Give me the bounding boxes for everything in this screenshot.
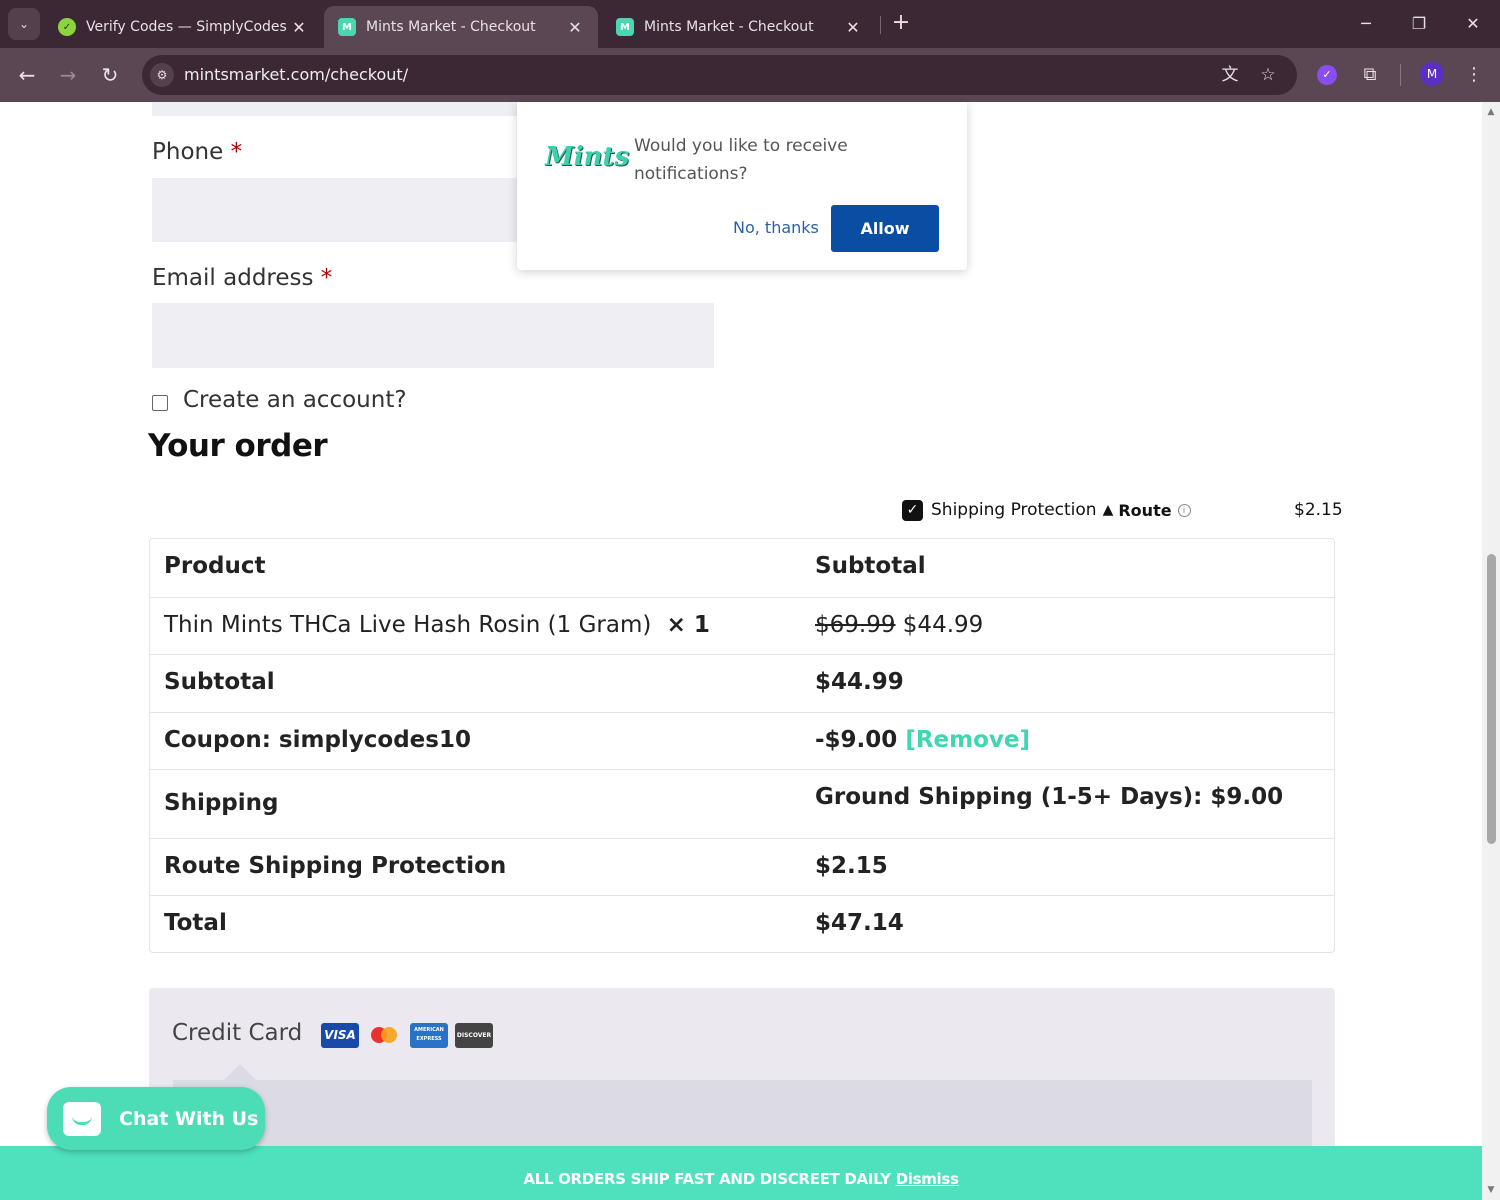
url-text[interactable]: mintsmarket.com/checkout/: [184, 65, 408, 84]
credit-card-label[interactable]: Credit Card: [172, 1020, 302, 1046]
email-label: Email address *: [152, 265, 333, 291]
coupon-value: -$9.00 [Remove]: [815, 727, 1031, 753]
tab-verify-codes[interactable]: ✓ Verify Codes — SimplyCodes ✕: [44, 6, 322, 48]
info-icon[interactable]: i: [1177, 503, 1191, 517]
profile-avatar[interactable]: M: [1420, 62, 1444, 86]
allow-button[interactable]: Allow: [831, 205, 939, 252]
shipping-row: Shipping Ground Shipping (1-5+ Days): $9…: [150, 769, 1334, 838]
close-window-icon[interactable]: ✕: [1458, 10, 1488, 38]
email-input[interactable]: [152, 303, 714, 368]
forward-arrow-icon[interactable]: →: [53, 60, 83, 90]
tab-mints-checkout[interactable]: M Mints Market - Checkout ✕: [602, 6, 876, 48]
mints-favicon-icon: M: [338, 18, 356, 36]
bookmark-star-icon[interactable]: ☆: [1256, 63, 1280, 87]
mints-logo: Mints: [545, 142, 630, 172]
reload-icon[interactable]: ↻: [95, 60, 125, 90]
address-bar[interactable]: ⚙ mintsmarket.com/checkout/ 文 ☆: [142, 55, 1297, 95]
tab-separator: [880, 16, 881, 34]
extensions-puzzle-icon[interactable]: ⧉: [1357, 62, 1383, 88]
order-total: $47.14: [815, 910, 904, 936]
no-thanks-button[interactable]: No, thanks: [733, 218, 819, 237]
close-tab-icon[interactable]: ✕: [566, 18, 584, 37]
banner-text: ALL ORDERS SHIP FAST AND DISCREET DAILY …: [523, 1170, 959, 1188]
dismiss-banner-link[interactable]: Dismiss: [896, 1170, 959, 1188]
product-header: Product: [164, 553, 266, 579]
tab-strip: ⌄ ✓ Verify Codes — SimplyCodes ✕ M Mints…: [0, 0, 1500, 48]
table-row: Thin Mints THCa Live Hash Rosin (1 Gram)…: [150, 597, 1334, 654]
simplycodes-favicon-icon: ✓: [58, 18, 76, 36]
scroll-thumb[interactable]: [1487, 554, 1496, 844]
site-info-icon[interactable]: ⚙: [150, 63, 174, 87]
chat-bubble-icon: [63, 1101, 101, 1136]
subtotal-header: Subtotal: [815, 553, 926, 579]
tab-search-chevron-icon[interactable]: ⌄: [8, 8, 40, 40]
scroll-up-arrow-icon[interactable]: ▲: [1486, 107, 1496, 117]
shipping-protection-price: $2.15: [1294, 500, 1343, 520]
shipping-announcement-banner: ALL ORDERS SHIP FAST AND DISCREET DAILY …: [0, 1146, 1482, 1200]
amex-icon: AMERICAN EXPRESS: [410, 1023, 448, 1048]
more-menu-icon[interactable]: ⋮: [1462, 62, 1486, 88]
table-header-row: Product Subtotal: [150, 539, 1334, 597]
page-scrollbar[interactable]: ▲ ▼: [1482, 102, 1500, 1200]
close-tab-icon[interactable]: ✕: [844, 18, 862, 37]
product-price: $69.99 $44.99: [815, 612, 983, 638]
tab-mints-checkout-active[interactable]: M Mints Market - Checkout ✕: [324, 6, 598, 48]
your-order-heading: Your order: [148, 428, 328, 464]
route-mark-icon: ▲: [1102, 502, 1114, 518]
visa-icon: VISA: [321, 1023, 359, 1048]
total-row: Total $47.14: [150, 895, 1334, 952]
order-summary-table: Product Subtotal Thin Mints THCa Live Ha…: [149, 538, 1335, 953]
previous-field-input[interactable]: [152, 102, 518, 116]
scroll-down-arrow-icon[interactable]: ▼: [1486, 1185, 1496, 1195]
product-qty: × 1: [666, 612, 710, 638]
product-name: Thin Mints THCa Live Hash Rosin (1 Gram)…: [164, 612, 710, 638]
shipping-protection-checkbox[interactable]: ✓: [902, 499, 923, 521]
translate-icon[interactable]: 文: [1218, 63, 1242, 87]
chat-with-us-button[interactable]: Chat With Us: [47, 1087, 265, 1150]
back-arrow-icon[interactable]: ←: [12, 60, 42, 90]
toolbar-separator: [1400, 64, 1401, 86]
card-form-caret: [224, 1064, 256, 1080]
restore-window-icon[interactable]: ❐: [1404, 10, 1434, 38]
new-tab-plus-icon[interactable]: +: [890, 12, 912, 36]
extension-purple-icon[interactable]: ✓: [1317, 65, 1337, 85]
browser-toolbar: ← → ↻ ⚙ mintsmarket.com/checkout/ 文 ☆: [0, 48, 1500, 102]
mastercard-icon: [365, 1023, 405, 1048]
coupon-label: Coupon: simplycodes10: [164, 727, 471, 753]
discover-icon: DISCOVER: [455, 1023, 493, 1048]
shipping-method: Ground Shipping (1-5+ Days): $9.00: [815, 784, 1284, 810]
sale-price: $44.99: [902, 612, 984, 638]
phone-input[interactable]: [152, 178, 518, 242]
route-protection-row: Route Shipping Protection $2.15: [150, 838, 1334, 895]
phone-label: Phone *: [152, 139, 243, 165]
notification-permission-prompt: Mints Would you like to receive notifica…: [517, 102, 967, 270]
coupon-row: Coupon: simplycodes10 -$9.00 [Remove]: [150, 712, 1334, 769]
close-tab-icon[interactable]: ✕: [290, 18, 308, 37]
mints-favicon-icon: M: [616, 18, 634, 36]
route-logo: ▲ Route: [1102, 500, 1172, 520]
minimize-icon[interactable]: ─: [1351, 10, 1381, 38]
shipping-protection-label: Shipping Protection: [931, 500, 1097, 520]
notification-message: Would you like to receive notifications?: [634, 136, 848, 184]
subtotal-row: Subtotal $44.99: [150, 654, 1334, 712]
shipping-protection-row: ✓ Shipping Protection ▲ Route i: [902, 498, 1191, 522]
create-account-checkbox[interactable]: [152, 395, 168, 411]
create-account-label[interactable]: Create an account?: [183, 387, 407, 413]
remove-coupon-link[interactable]: [Remove]: [905, 727, 1030, 753]
original-price: $69.99: [815, 612, 896, 638]
